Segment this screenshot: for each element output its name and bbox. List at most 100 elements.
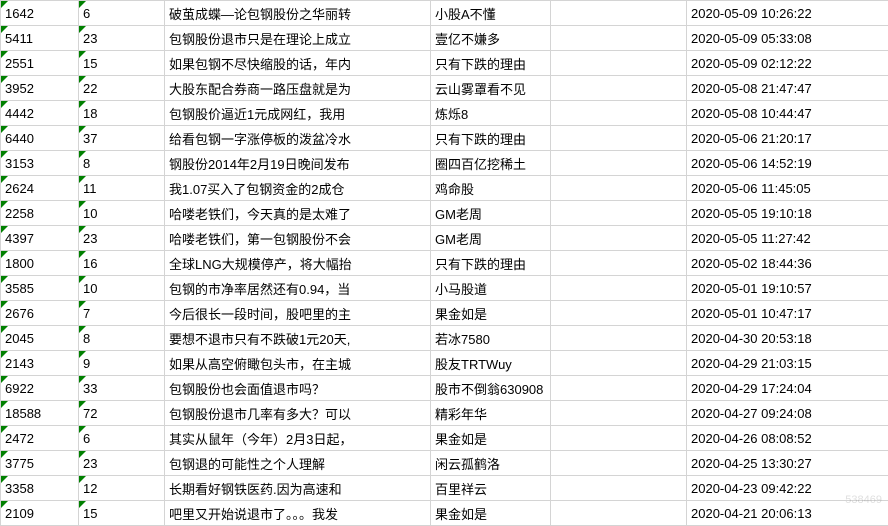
- cell-c[interactable]: 如果从高空俯瞰包头市，在主城: [165, 351, 431, 376]
- cell-d[interactable]: 小马股道: [431, 276, 551, 301]
- cell-e[interactable]: [551, 101, 687, 126]
- cell-a[interactable]: 2143: [1, 351, 79, 376]
- cell-f[interactable]: 2020-05-06 21:20:17: [687, 126, 888, 151]
- cell-e[interactable]: [551, 451, 687, 476]
- cell-f[interactable]: 2020-05-06 11:45:05: [687, 176, 888, 201]
- cell-f[interactable]: 2020-05-01 19:10:57: [687, 276, 888, 301]
- cell-f[interactable]: 2020-04-26 08:08:52: [687, 426, 888, 451]
- cell-a[interactable]: 2551: [1, 51, 79, 76]
- cell-c[interactable]: 今后很长一段时间，股吧里的主: [165, 301, 431, 326]
- cell-b[interactable]: 16: [79, 251, 165, 276]
- cell-c[interactable]: 包钢退的可能性之个人理解: [165, 451, 431, 476]
- cell-d[interactable]: 闲云孤鹤洛: [431, 451, 551, 476]
- cell-f[interactable]: 2020-05-08 21:47:47: [687, 76, 888, 101]
- cell-a[interactable]: 6440: [1, 126, 79, 151]
- cell-d[interactable]: 壹亿不嫌多: [431, 26, 551, 51]
- cell-e[interactable]: [551, 226, 687, 251]
- table-row[interactable]: 180016全球LNG大规模停产，将大幅抬只有下跌的理由2020-05-02 1…: [1, 251, 888, 276]
- cell-f[interactable]: 2020-05-08 10:44:47: [687, 101, 888, 126]
- table-row[interactable]: 210915吧里又开始说退市了。。。我发果金如是2020-04-21 20:06…: [1, 501, 888, 526]
- cell-d[interactable]: 果金如是: [431, 301, 551, 326]
- cell-d[interactable]: 鸡命股: [431, 176, 551, 201]
- cell-e[interactable]: [551, 401, 687, 426]
- cell-a[interactable]: 3952: [1, 76, 79, 101]
- cell-d[interactable]: 只有下跌的理由: [431, 51, 551, 76]
- cell-c[interactable]: 吧里又开始说退市了。。。我发: [165, 501, 431, 526]
- cell-d[interactable]: 只有下跌的理由: [431, 251, 551, 276]
- cell-b[interactable]: 37: [79, 126, 165, 151]
- table-row[interactable]: 395222大股东配合券商一路压盘就是为云山雾罩看不见2020-05-08 21…: [1, 76, 888, 101]
- cell-e[interactable]: [551, 176, 687, 201]
- cell-e[interactable]: [551, 426, 687, 451]
- cell-a[interactable]: 2045: [1, 326, 79, 351]
- cell-d[interactable]: 若冰7580: [431, 326, 551, 351]
- cell-f[interactable]: 2020-05-02 18:44:36: [687, 251, 888, 276]
- cell-b[interactable]: 22: [79, 76, 165, 101]
- table-row[interactable]: 541123包钢股份退市只是在理论上成立壹亿不嫌多2020-05-09 05:3…: [1, 26, 888, 51]
- cell-a[interactable]: 18588: [1, 401, 79, 426]
- table-row[interactable]: 439723哈喽老铁们，第一包钢股份不会GM老周2020-05-05 11:27…: [1, 226, 888, 251]
- cell-d[interactable]: 只有下跌的理由: [431, 126, 551, 151]
- cell-a[interactable]: 2676: [1, 301, 79, 326]
- cell-b[interactable]: 15: [79, 501, 165, 526]
- cell-e[interactable]: [551, 1, 687, 26]
- cell-b[interactable]: 12: [79, 476, 165, 501]
- cell-b[interactable]: 15: [79, 51, 165, 76]
- cell-d[interactable]: 百里祥云: [431, 476, 551, 501]
- cell-b[interactable]: 23: [79, 226, 165, 251]
- cell-c[interactable]: 包钢股份也会面值退市吗？: [165, 376, 431, 401]
- cell-e[interactable]: [551, 76, 687, 101]
- table-row[interactable]: 21439如果从高空俯瞰包头市，在主城股友TRTWuy2020-04-29 21…: [1, 351, 888, 376]
- cell-a[interactable]: 6922: [1, 376, 79, 401]
- cell-d[interactable]: GM老周: [431, 201, 551, 226]
- cell-b[interactable]: 8: [79, 326, 165, 351]
- table-row[interactable]: 377523包钢退的可能性之个人理解闲云孤鹤洛2020-04-25 13:30:…: [1, 451, 888, 476]
- cell-b[interactable]: 8: [79, 151, 165, 176]
- cell-c[interactable]: 全球LNG大规模停产，将大幅抬: [165, 251, 431, 276]
- cell-b[interactable]: 72: [79, 401, 165, 426]
- cell-e[interactable]: [551, 301, 687, 326]
- cell-b[interactable]: 23: [79, 451, 165, 476]
- table-row[interactable]: 1858872包钢股份退市几率有多大？可以精彩年华2020-04-27 09:2…: [1, 401, 888, 426]
- cell-d[interactable]: 股友TRTWuy: [431, 351, 551, 376]
- table-row[interactable]: 335812长期看好钢铁医药.因为高速和百里祥云2020-04-23 09:42…: [1, 476, 888, 501]
- cell-a[interactable]: 4397: [1, 226, 79, 251]
- cell-a[interactable]: 3358: [1, 476, 79, 501]
- cell-f[interactable]: 2020-04-23 09:42:22: [687, 476, 888, 501]
- cell-e[interactable]: [551, 151, 687, 176]
- cell-f[interactable]: 2020-05-05 19:10:18: [687, 201, 888, 226]
- cell-f[interactable]: 2020-05-06 14:52:19: [687, 151, 888, 176]
- cell-b[interactable]: 11: [79, 176, 165, 201]
- cell-c[interactable]: 如果包钢不尽快缩股的话，年内: [165, 51, 431, 76]
- cell-a[interactable]: 4442: [1, 101, 79, 126]
- cell-d[interactable]: 果金如是: [431, 426, 551, 451]
- cell-b[interactable]: 10: [79, 201, 165, 226]
- table-row[interactable]: 16426破茧成蝶—论包钢股份之华丽转小股A不懂2020-05-09 10:26…: [1, 1, 888, 26]
- cell-a[interactable]: 2624: [1, 176, 79, 201]
- cell-f[interactable]: 2020-05-09 02:12:22: [687, 51, 888, 76]
- table-row[interactable]: 444218包钢股价逼近1元成网红，我用炼烁82020-05-08 10:44:…: [1, 101, 888, 126]
- cell-a[interactable]: 3153: [1, 151, 79, 176]
- cell-e[interactable]: [551, 201, 687, 226]
- table-row[interactable]: 255115如果包钢不尽快缩股的话，年内只有下跌的理由 2020-05-09 02…: [1, 51, 888, 76]
- cell-c[interactable]: 要想不退市只有不跌破1元20天,: [165, 326, 431, 351]
- cell-c[interactable]: 钢股份2014年2月19日晚间发布: [165, 151, 431, 176]
- cell-c[interactable]: 给看包钢一字涨停板的泼盆冷水: [165, 126, 431, 151]
- cell-f[interactable]: 2020-05-05 11:27:42: [687, 226, 888, 251]
- cell-e[interactable]: [551, 126, 687, 151]
- cell-e[interactable]: [551, 276, 687, 301]
- cell-b[interactable]: 7: [79, 301, 165, 326]
- cell-f[interactable]: 2020-04-29 17:24:04: [687, 376, 888, 401]
- table-row[interactable]: 20458要想不退市只有不跌破1元20天,若冰75802020-04-30 20…: [1, 326, 888, 351]
- cell-c[interactable]: 包钢的市净率居然还有0.94，当: [165, 276, 431, 301]
- cell-e[interactable]: [551, 351, 687, 376]
- cell-d[interactable]: 精彩年华: [431, 401, 551, 426]
- cell-f[interactable]: 2020-05-01 10:47:17: [687, 301, 888, 326]
- cell-a[interactable]: 2472: [1, 426, 79, 451]
- cell-c[interactable]: 包钢股份退市只是在理论上成立: [165, 26, 431, 51]
- cell-c[interactable]: 包钢股价逼近1元成网红，我用: [165, 101, 431, 126]
- cell-e[interactable]: [551, 326, 687, 351]
- cell-e[interactable]: [551, 251, 687, 276]
- cell-a[interactable]: 3585: [1, 276, 79, 301]
- cell-b[interactable]: 23: [79, 26, 165, 51]
